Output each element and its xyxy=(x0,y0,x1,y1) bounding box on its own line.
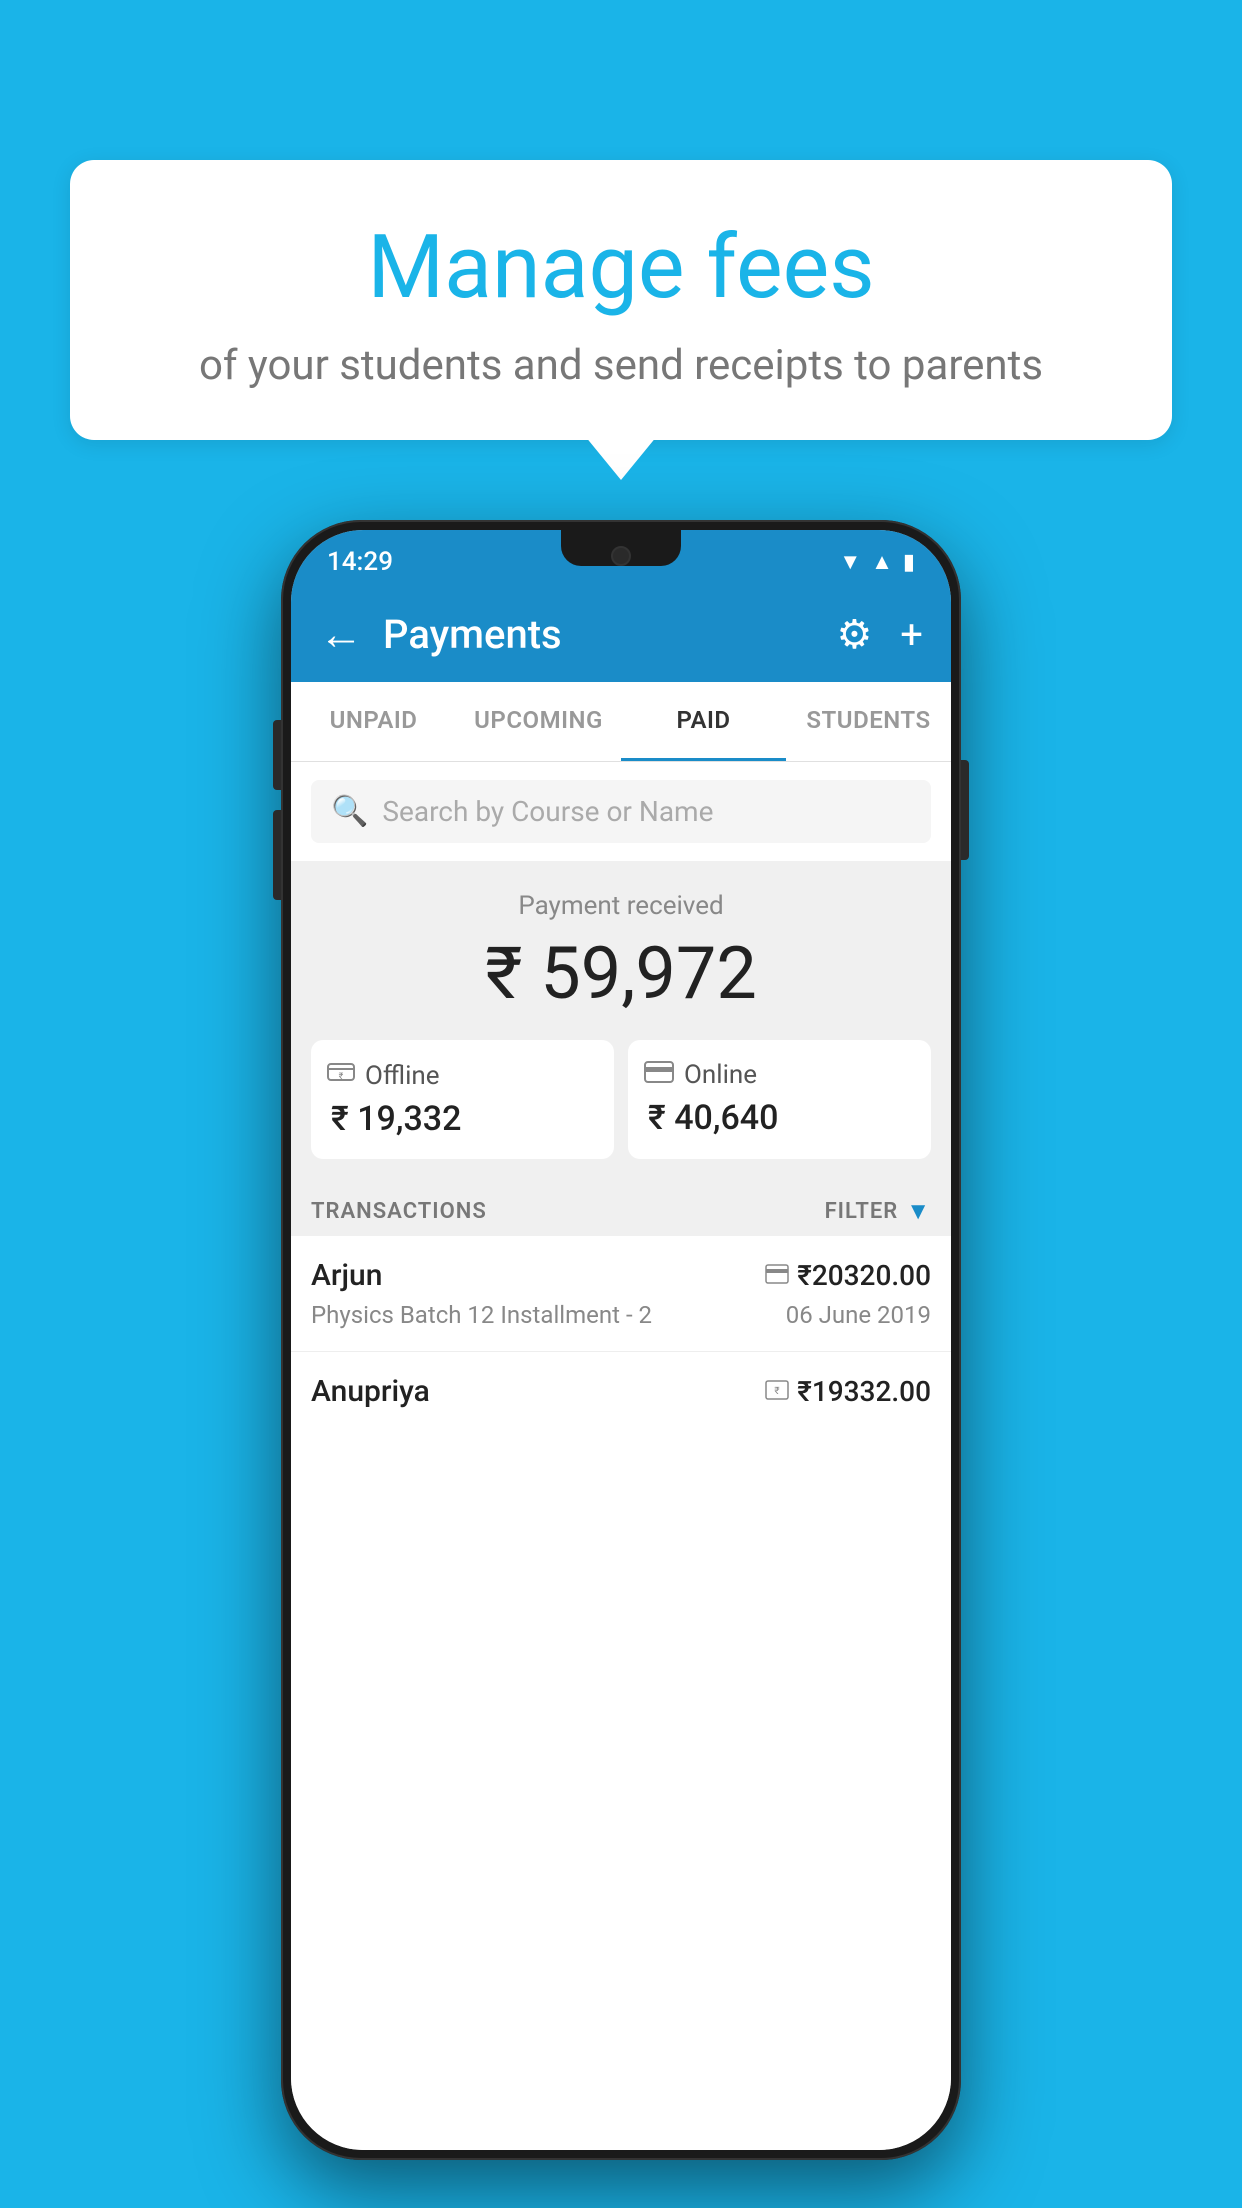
student-name: Arjun xyxy=(311,1258,382,1293)
battery-icon: ▮ xyxy=(903,550,915,575)
add-icon[interactable]: + xyxy=(900,611,923,658)
transactions-label: TRANSACTIONS xyxy=(311,1199,487,1224)
course-info: Physics Batch 12 Installment - 2 xyxy=(311,1301,652,1329)
table-row[interactable]: Arjun ₹20320.00 xyxy=(291,1236,951,1352)
payment-cards: ₹ Offline ₹ 19,332 xyxy=(311,1040,931,1159)
phone-device: 14:29 ▼ ▲ ▮ ← Payments ⚙ + xyxy=(281,520,961,2160)
volume-down-button xyxy=(273,810,281,900)
status-icons: ▼ ▲ ▮ xyxy=(839,549,915,575)
offline-label: Offline xyxy=(365,1061,440,1091)
power-button xyxy=(961,760,969,860)
student-name: Anupriya xyxy=(311,1374,430,1409)
filter-button[interactable]: FILTER ▼ xyxy=(825,1197,931,1226)
svg-text:₹: ₹ xyxy=(775,1386,780,1397)
status-time: 14:29 xyxy=(327,547,393,577)
svg-text:₹: ₹ xyxy=(339,1072,344,1082)
transactions-header: TRANSACTIONS FILTER ▼ xyxy=(291,1179,951,1236)
phone-screen: 14:29 ▼ ▲ ▮ ← Payments ⚙ + xyxy=(291,530,951,2150)
tabs-container: UNPAID UPCOMING PAID STUDENTS xyxy=(291,682,951,762)
signal-icon: ▲ xyxy=(871,549,893,575)
transaction-amount: ₹19332.00 xyxy=(797,1375,931,1408)
online-payment-icon xyxy=(644,1060,674,1090)
transaction-type-icon xyxy=(765,1264,789,1288)
offline-card-header: ₹ Offline xyxy=(327,1060,440,1091)
offline-payment-card: ₹ Offline ₹ 19,332 xyxy=(311,1040,614,1159)
transaction-date: 06 June 2019 xyxy=(786,1301,931,1329)
tab-unpaid[interactable]: UNPAID xyxy=(291,682,456,761)
front-camera xyxy=(611,546,631,566)
table-row[interactable]: Anupriya ₹ ₹19332.00 xyxy=(291,1352,951,1431)
amount-wrap: ₹ ₹19332.00 xyxy=(765,1375,931,1408)
offline-payment-icon: ₹ xyxy=(327,1060,355,1091)
settings-icon[interactable]: ⚙ xyxy=(836,611,872,658)
app-bar-title: Payments xyxy=(383,611,836,658)
payment-summary: Payment received ₹ 59,972 ₹ xyxy=(291,861,951,1179)
transaction-list: Arjun ₹20320.00 xyxy=(291,1236,951,2150)
transaction-type-icon-offline: ₹ xyxy=(765,1380,789,1404)
search-icon: 🔍 xyxy=(331,794,368,829)
search-box[interactable]: 🔍 Search by Course or Name xyxy=(311,780,931,843)
online-label: Online xyxy=(684,1060,757,1090)
tab-paid[interactable]: PAID xyxy=(621,682,786,761)
filter-label: FILTER xyxy=(825,1199,899,1224)
tab-upcoming[interactable]: UPCOMING xyxy=(456,682,621,761)
phone-notch xyxy=(561,530,681,566)
offline-amount: ₹ 19,332 xyxy=(331,1099,461,1139)
wifi-icon: ▼ xyxy=(839,549,861,575)
online-card-header: Online xyxy=(644,1060,757,1090)
amount-wrap: ₹20320.00 xyxy=(765,1259,931,1292)
payment-total-amount: ₹ 59,972 xyxy=(311,931,931,1016)
search-container: 🔍 Search by Course or Name xyxy=(291,762,951,861)
filter-icon: ▼ xyxy=(906,1197,931,1226)
bubble-title: Manage fees xyxy=(110,220,1132,317)
bubble-subtitle: of your students and send receipts to pa… xyxy=(110,341,1132,390)
payment-received-label: Payment received xyxy=(311,891,931,921)
online-payment-card: Online ₹ 40,640 xyxy=(628,1040,931,1159)
tab-students[interactable]: STUDENTS xyxy=(786,682,951,761)
speech-bubble: Manage fees of your students and send re… xyxy=(70,160,1172,440)
transaction-amount: ₹20320.00 xyxy=(797,1259,931,1292)
volume-up-button xyxy=(273,720,281,790)
online-amount: ₹ 40,640 xyxy=(648,1098,778,1138)
back-button[interactable]: ← xyxy=(319,608,363,660)
search-input[interactable]: Search by Course or Name xyxy=(382,795,713,828)
app-bar-actions: ⚙ + xyxy=(836,611,923,658)
app-bar: ← Payments ⚙ + xyxy=(291,586,951,682)
